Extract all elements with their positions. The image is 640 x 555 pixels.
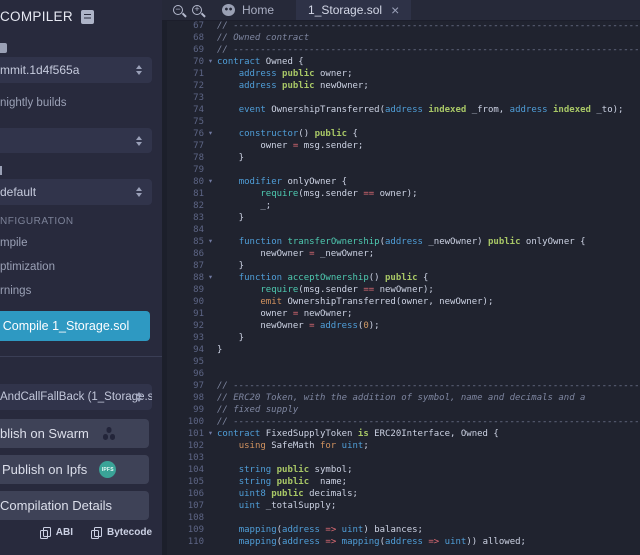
- code-line: 97// -----------------------------------…: [162, 380, 640, 392]
- book-icon: [81, 10, 94, 24]
- editor-tabbar: − + Home 1_Storage.sol ×: [162, 0, 640, 21]
- solidity-compiler-panel: COMPILER mmit.1d4f565a nightly builds de…: [0, 0, 162, 555]
- code-line: 73: [162, 92, 640, 104]
- contract-select[interactable]: AndCallFallBack (1_Storage.s: [0, 384, 152, 410]
- code-line: 67// -----------------------------------…: [162, 21, 640, 32]
- tab-home[interactable]: Home: [216, 0, 280, 20]
- publish-swarm-button[interactable]: blish on Swarm: [0, 419, 149, 448]
- evm-label-fragment: [0, 166, 2, 175]
- auto-compile-label[interactable]: mpile: [0, 237, 27, 249]
- evm-version-select[interactable]: default: [0, 179, 152, 205]
- copy-abi-icon[interactable]: [40, 527, 50, 538]
- compiler-version-select[interactable]: mmit.1d4f565a: [0, 57, 152, 83]
- remix-logo-icon: [222, 4, 235, 16]
- code-lines: 67// -----------------------------------…: [162, 21, 640, 548]
- code-line: 84: [162, 224, 640, 236]
- chevron-updown-icon: [136, 392, 142, 402]
- code-line: 75: [162, 116, 640, 128]
- code-line: 69// -----------------------------------…: [162, 44, 640, 56]
- code-line: 76▾ constructor() public {: [162, 128, 640, 140]
- zoom-out-icon[interactable]: −: [173, 5, 183, 15]
- remix-ide-window: COMPILER mmit.1d4f565a nightly builds de…: [0, 0, 640, 555]
- ipfs-icon: IPFS: [99, 461, 116, 478]
- code-line: 82 _;: [162, 200, 640, 212]
- nightly-builds-label[interactable]: nightly builds: [0, 97, 66, 109]
- code-line: 108: [162, 512, 640, 524]
- code-line: 80▾ modifier onlyOwner {: [162, 176, 640, 188]
- code-editor: − + Home 1_Storage.sol × 67// ----------…: [162, 0, 640, 555]
- compile-button[interactable]: Compile 1_Storage.sol: [0, 311, 150, 341]
- close-tab-icon[interactable]: ×: [391, 3, 399, 17]
- code-line: 105 string public name;: [162, 476, 640, 488]
- abi-copy-label[interactable]: ABI: [56, 527, 73, 538]
- code-line: 109 mapping(address => uint) balances;: [162, 524, 640, 536]
- chevron-updown-icon: [136, 136, 142, 146]
- zoom-in-icon[interactable]: +: [192, 5, 202, 15]
- code-line: 86 newOwner = _newOwner;: [162, 248, 640, 260]
- code-line: 99// fixed supply: [162, 404, 640, 416]
- compiler-version-value: mmit.1d4f565a: [0, 63, 79, 77]
- bytecode-copy-label[interactable]: Bytecode: [107, 527, 152, 538]
- code-line: 106 uint8 public decimals;: [162, 488, 640, 500]
- language-select[interactable]: [0, 128, 152, 153]
- code-line: 78 }: [162, 152, 640, 164]
- code-line: 98// ERC20 Token, with the addition of s…: [162, 392, 640, 404]
- divider: [0, 356, 162, 357]
- code-line: 70▾contract Owned {: [162, 56, 640, 68]
- code-line: 88▾ function acceptOwnership() public {: [162, 272, 640, 284]
- compilation-details-label: Compilation Details: [0, 498, 112, 513]
- code-line: 79: [162, 164, 640, 176]
- code-area[interactable]: 67// -----------------------------------…: [162, 21, 640, 555]
- code-line: 110 mapping(address => mapping(address =…: [162, 536, 640, 548]
- code-line: 83 }: [162, 212, 640, 224]
- code-line: 94}: [162, 344, 640, 356]
- code-line: 89 require(msg.sender == newOwner);: [162, 284, 640, 296]
- code-line: 103: [162, 452, 640, 464]
- panel-title-text: COMPILER: [0, 9, 73, 24]
- code-line: 72 address public newOwner;: [162, 80, 640, 92]
- code-line: 92 newOwner = address(0);: [162, 320, 640, 332]
- panel-title: COMPILER: [0, 9, 94, 24]
- optimization-label[interactable]: ptimization: [0, 261, 55, 273]
- config-section-header: NFIGURATION: [0, 216, 74, 227]
- code-line: 71 address public owner;: [162, 68, 640, 80]
- code-line: 87 }: [162, 260, 640, 272]
- code-line: 90 emit OwnershipTransferred(owner, newO…: [162, 296, 640, 308]
- tab-file-label: 1_Storage.sol: [308, 3, 382, 17]
- publish-swarm-label: blish on Swarm: [0, 426, 89, 441]
- chevron-updown-icon: [136, 65, 142, 75]
- evm-version-value: default: [0, 185, 36, 199]
- copy-bytecode-icon[interactable]: [91, 527, 101, 538]
- contract-select-value: AndCallFallBack (1_Storage.s: [0, 391, 152, 403]
- publish-ipfs-label: Publish on Ipfs: [2, 462, 87, 477]
- publish-ipfs-button[interactable]: Publish on Ipfs IPFS: [0, 455, 149, 484]
- code-line: 77 owner = msg.sender;: [162, 140, 640, 152]
- hide-warnings-label[interactable]: rnings: [0, 285, 31, 297]
- code-line: 102 using SafeMath for uint;: [162, 440, 640, 452]
- code-line: 68// Owned contract: [162, 32, 640, 44]
- code-line: 81 require(msg.sender == owner);: [162, 188, 640, 200]
- copy-row: ABI Bytecode: [0, 527, 152, 538]
- code-line: 93 }: [162, 332, 640, 344]
- compilation-details-button[interactable]: Compilation Details: [0, 491, 149, 520]
- swarm-icon: [101, 426, 119, 441]
- tab-file[interactable]: 1_Storage.sol ×: [296, 0, 411, 20]
- code-line: 85▾ function transferOwnership(address _…: [162, 236, 640, 248]
- code-line: 91 owner = newOwner;: [162, 308, 640, 320]
- tab-home-label: Home: [242, 3, 274, 17]
- code-line: 96: [162, 368, 640, 380]
- chevron-updown-icon: [136, 187, 142, 197]
- code-line: 104 string public symbol;: [162, 464, 640, 476]
- code-line: 107 uint _totalSupply;: [162, 500, 640, 512]
- code-line: 74 event OwnershipTransferred(address in…: [162, 104, 640, 116]
- compiler-label-icon: [0, 43, 7, 53]
- code-line: 101▾contract FixedSupplyToken is ERC20In…: [162, 428, 640, 440]
- code-line: 95: [162, 356, 640, 368]
- code-line: 100// ----------------------------------…: [162, 416, 640, 428]
